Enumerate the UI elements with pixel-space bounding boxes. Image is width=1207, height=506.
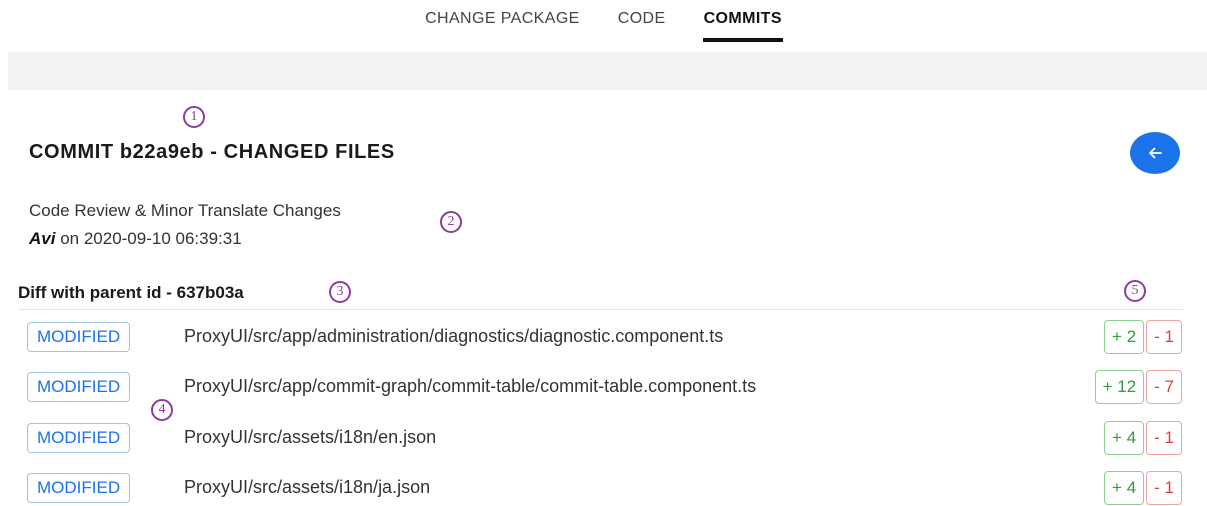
deletions-count: - 1 — [1146, 421, 1182, 455]
diff-header: Diff with parent id - 637b03a — [18, 283, 244, 302]
deletions-count: - 7 — [1146, 370, 1182, 404]
status-badge: MODIFIED — [27, 372, 131, 402]
callout-marker: 5 — [1124, 280, 1146, 302]
tab-commits[interactable]: COMMITS — [702, 0, 784, 42]
change-stats: + 4 - 1 — [1104, 421, 1182, 455]
change-stats: + 12 - 7 — [1094, 370, 1182, 404]
file-path[interactable]: ProxyUI/src/assets/i18n/en.json — [184, 427, 436, 448]
commit-date: on 2020-09-10 06:39:31 — [55, 229, 242, 248]
deletions-count: - 1 — [1146, 320, 1182, 354]
arrow-left-icon — [1146, 144, 1164, 162]
callout-marker: 3 — [329, 281, 351, 303]
commit-page: CHANGE PACKAGE CODE COMMITS 1 COMMIT b22… — [0, 0, 1207, 506]
file-path[interactable]: ProxyUI/src/app/commit-graph/commit-tabl… — [184, 376, 756, 397]
change-stats: + 2 - 1 — [1104, 320, 1182, 354]
additions-count: + 2 — [1104, 320, 1145, 354]
additions-count: + 12 — [1094, 370, 1145, 404]
page-title: COMMIT b22a9eb - CHANGED FILES — [29, 141, 395, 163]
additions-count: + 4 — [1104, 421, 1145, 455]
status-badge: MODIFIED — [27, 423, 131, 453]
tab-code[interactable]: CODE — [618, 0, 666, 42]
commit-meta: Avi on 2020-09-10 06:39:31 — [29, 229, 242, 249]
callout-marker: 4 — [151, 399, 173, 421]
file-path[interactable]: ProxyUI/src/assets/i18n/ja.json — [184, 477, 430, 498]
back-button[interactable] — [1130, 132, 1180, 174]
file-row[interactable]: MODIFIED ProxyUI/src/assets/i18n/ja.json… — [0, 471, 1207, 506]
commit-message: Code Review & Minor Translate Changes — [29, 201, 341, 220]
change-stats: + 4 - 1 — [1104, 471, 1182, 505]
file-path[interactable]: ProxyUI/src/app/administration/diagnosti… — [184, 326, 723, 347]
tab-change-package[interactable]: CHANGE PACKAGE — [425, 0, 580, 42]
file-row[interactable]: MODIFIED ProxyUI/src/assets/i18n/en.json… — [0, 421, 1207, 457]
file-row[interactable]: MODIFIED ProxyUI/src/app/commit-graph/co… — [0, 370, 1207, 406]
commit-author: Avi — [29, 229, 56, 248]
status-badge: MODIFIED — [27, 322, 131, 352]
deletions-count: - 1 — [1146, 471, 1182, 505]
tab-bar: CHANGE PACKAGE CODE COMMITS — [0, 0, 1207, 52]
callout-marker: 2 — [440, 211, 462, 233]
additions-count: + 4 — [1104, 471, 1145, 505]
file-row[interactable]: MODIFIED ProxyUI/src/app/administration/… — [0, 320, 1207, 356]
status-badge: MODIFIED — [27, 473, 131, 503]
toolbar-band — [8, 52, 1207, 90]
callout-marker: 1 — [183, 106, 205, 128]
divider — [18, 309, 1183, 310]
